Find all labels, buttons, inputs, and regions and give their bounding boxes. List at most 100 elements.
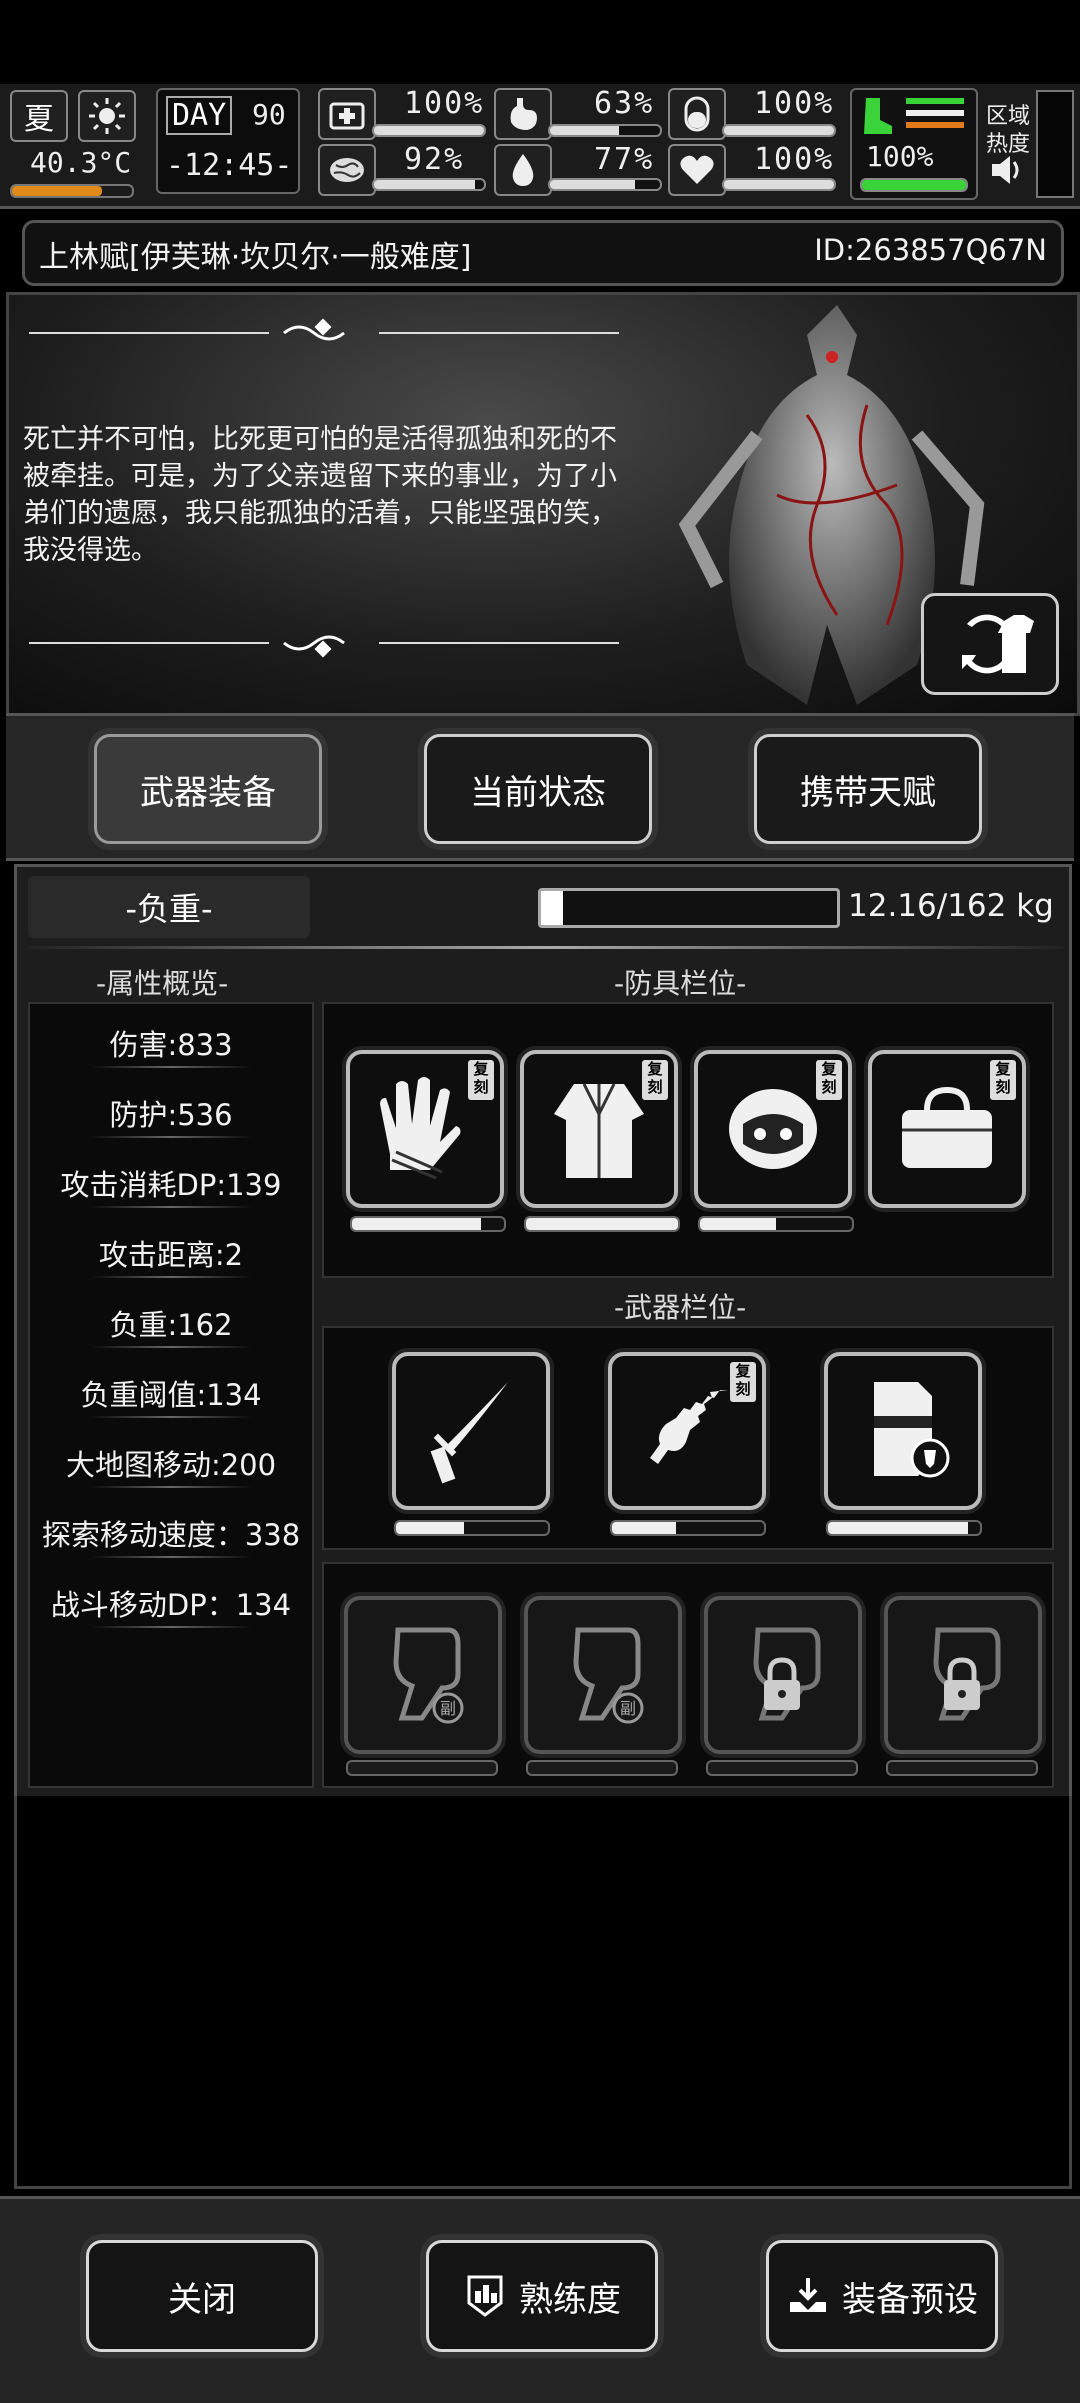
stomach-icon xyxy=(494,88,552,140)
armor-durability-1 xyxy=(350,1216,506,1232)
stat-medicine-value: 100% xyxy=(754,86,835,121)
close-label: 关闭 xyxy=(168,2279,236,2320)
replica-badge: 复刻 xyxy=(642,1060,668,1100)
season-label: 夏 xyxy=(24,102,54,137)
svg-text:副: 副 xyxy=(620,1699,636,1718)
armor-slot-gloves[interactable]: 复刻 xyxy=(346,1050,504,1208)
temperature-bar xyxy=(10,184,134,198)
tab-carried-talents[interactable]: 携带天赋 xyxy=(754,734,982,844)
stat-thirst-bar xyxy=(548,178,662,191)
attributes-list: 伤害:833 防护:536 攻击消耗DP:139 攻击距离:2 负重:162 负… xyxy=(28,1002,314,1788)
gloves-icon xyxy=(380,1077,461,1180)
clock: -12:45- xyxy=(166,148,293,183)
locked-slot-1[interactable] xyxy=(704,1596,862,1754)
ornament-divider-top xyxy=(29,318,619,341)
outfit-swap-button[interactable] xyxy=(921,593,1059,695)
sub-weapon-slot-2[interactable]: 副 xyxy=(524,1596,682,1754)
equipment-preset-button[interactable]: 装备预设 xyxy=(766,2240,998,2352)
character-name: 上林赋[伊芙琳·坎贝尔·一般难度] xyxy=(39,240,472,275)
speaker-icon[interactable] xyxy=(990,154,1024,186)
proficiency-label: 熟练度 xyxy=(519,2279,621,2320)
attr-attack-dp-cost: 攻击消耗DP:139 xyxy=(60,1168,282,1202)
stat-hunger-bar xyxy=(548,124,662,137)
preset-icon xyxy=(790,2278,826,2312)
sub-weapon-slot-1[interactable]: 副 xyxy=(344,1596,502,1754)
stat-hunger-value: 63% xyxy=(594,86,655,121)
replica-badge: 复刻 xyxy=(990,1060,1016,1100)
day-label: DAY xyxy=(166,96,233,135)
tab-weapon-equipment[interactable]: 武器装备 xyxy=(94,734,322,844)
locked-slot-bar-2 xyxy=(886,1760,1038,1776)
attr-damage: 伤害:833 xyxy=(109,1028,233,1062)
ornament-divider-bottom xyxy=(29,635,619,658)
lock-icon xyxy=(933,1627,1001,1721)
locked-slot-2[interactable] xyxy=(884,1596,1042,1754)
stamina-value: 100% xyxy=(866,140,934,173)
extra-slots: 副 副 xyxy=(322,1562,1054,1788)
load-label: -负重- xyxy=(28,876,310,938)
armor-slots: 复刻 复刻 复刻 复刻 xyxy=(322,1002,1054,1278)
armor-slot-coat[interactable]: 复刻 xyxy=(520,1050,678,1208)
helmet-icon xyxy=(729,1089,817,1169)
lock-icon xyxy=(753,1627,821,1721)
fist-icon: 副 xyxy=(573,1627,644,1724)
pill-icon xyxy=(668,88,726,140)
riot-shield-icon xyxy=(874,1382,950,1478)
fist-icon: 副 xyxy=(393,1627,464,1724)
attr-attack-range: 攻击距离:2 xyxy=(98,1238,244,1272)
season-indicator: 夏 xyxy=(10,90,68,142)
serrated-blade-icon xyxy=(650,1390,728,1464)
stat-mood-bar xyxy=(722,178,836,191)
temperature: 40.3°C xyxy=(30,146,132,179)
attr-protection: 防护:536 xyxy=(109,1098,233,1132)
tab-current-status[interactable]: 当前状态 xyxy=(424,734,652,844)
weapon-slot-katana[interactable] xyxy=(392,1352,550,1510)
replica-badge: 复刻 xyxy=(730,1362,756,1402)
weapon-durability-3 xyxy=(826,1520,982,1536)
attr-load: 负重:162 xyxy=(109,1308,233,1342)
proficiency-button[interactable]: 熟练度 xyxy=(426,2240,658,2352)
weapon-durability-1 xyxy=(394,1520,550,1536)
armor-slot-bag[interactable]: 复刻 xyxy=(868,1050,1026,1208)
armor-durability-2 xyxy=(524,1216,680,1232)
bag-icon xyxy=(902,1086,992,1168)
stat-thirst-value: 77% xyxy=(594,142,655,177)
medkit-icon xyxy=(318,88,376,140)
svg-text:副: 副 xyxy=(440,1699,456,1718)
stat-sanity-value: 92% xyxy=(404,142,465,177)
day-clock-panel: DAY 90 -12:45- xyxy=(156,88,300,194)
weapon-slots: 复刻 xyxy=(322,1326,1054,1550)
proficiency-icon xyxy=(467,2275,503,2317)
outfit-swap-icon xyxy=(962,614,1034,674)
locked-slot-bar-1 xyxy=(706,1760,858,1776)
character-id: ID:263857Q67N xyxy=(814,233,1047,267)
armor-slot-helmet[interactable]: 复刻 xyxy=(694,1050,852,1208)
close-button[interactable]: 关闭 xyxy=(86,2240,318,2352)
heat-gauge xyxy=(1036,90,1074,198)
armor-slots-title: -防具栏位- xyxy=(614,967,747,1000)
stamina-bar xyxy=(860,178,968,192)
weapon-slot-serrated-blade[interactable]: 复刻 xyxy=(608,1352,766,1510)
replica-badge: 复刻 xyxy=(468,1060,494,1100)
tab-bar: 武器装备 当前状态 携带天赋 xyxy=(6,713,1074,861)
attr-load-threshold: 负重阈值:134 xyxy=(80,1378,262,1412)
load-bar xyxy=(538,888,840,928)
brain-icon xyxy=(318,144,376,196)
stat-medicine-bar xyxy=(722,124,836,137)
character-banner: 死亡并不可怕，比死更可怕的是活得孤独和死的不被牵挂。可是，为了父亲遗留下来的事业… xyxy=(6,292,1080,716)
stat-health-value: 100% xyxy=(404,86,485,121)
heart-icon xyxy=(668,144,726,196)
weapon-slot-riot-shield[interactable] xyxy=(824,1352,982,1510)
katana-icon xyxy=(430,1382,508,1484)
coat-icon xyxy=(554,1083,644,1178)
preset-label: 装备预设 xyxy=(842,2279,978,2320)
empty-area xyxy=(14,1796,1072,2189)
attr-map-movement: 大地图移动:200 xyxy=(65,1448,277,1482)
attr-explore-speed: 探索移动速度：338 xyxy=(41,1518,301,1552)
stat-mood-value: 100% xyxy=(754,142,835,177)
character-quote: 死亡并不可怕，比死更可怕的是活得孤独和死的不被牵挂。可是，为了父亲遗留下来的事业… xyxy=(23,424,617,566)
sun-icon xyxy=(78,90,136,142)
sub-slot-bar-2 xyxy=(526,1760,678,1776)
status-bar: 夏 40.3°C DAY 90 -12:45- 100% 63% 100% 92… xyxy=(0,84,1080,209)
day-value: 90 xyxy=(252,98,286,131)
